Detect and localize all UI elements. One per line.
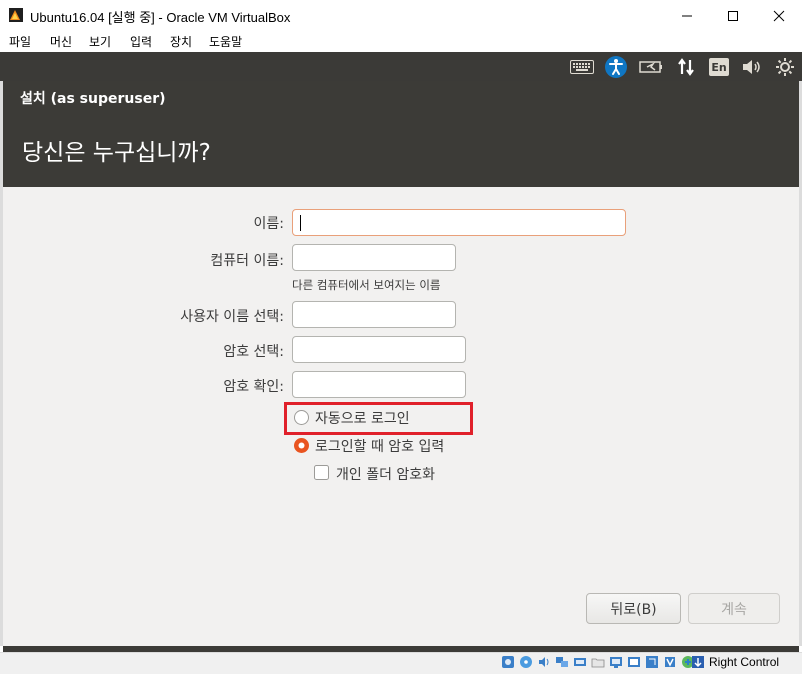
radio-unselected-icon — [294, 410, 309, 425]
checkbox-unchecked-icon — [314, 465, 329, 480]
username-input[interactable] — [292, 301, 456, 328]
close-button[interactable] — [756, 0, 802, 31]
accessibility-indicator[interactable] — [603, 55, 629, 79]
battery-icon — [639, 61, 662, 73]
radio-selected-icon — [294, 438, 309, 453]
require-password-label: 로그인할 때 암호 입력 — [315, 439, 445, 455]
keyboard-icon — [570, 60, 594, 74]
keyboard-indicator[interactable] — [568, 55, 596, 79]
password-input[interactable] — [292, 336, 466, 363]
minimize-button[interactable] — [664, 0, 710, 31]
language-indicator[interactable]: En — [708, 55, 730, 79]
video-capture-icon[interactable] — [627, 655, 641, 669]
virtualbox-app-icon — [9, 8, 23, 22]
password-label: 암호 선택: — [223, 344, 284, 360]
system-menu-indicator[interactable] — [773, 55, 797, 79]
auto-login-label: 자동으로 로그인 — [315, 411, 410, 427]
computer-name-hint: 다른 컴퓨터에서 보여지는 이름 — [292, 278, 441, 292]
drag-drop-icon[interactable] — [645, 655, 659, 669]
menu-machine[interactable]: 머신 — [50, 33, 72, 50]
accessibility-icon — [605, 56, 627, 78]
audio-icon[interactable] — [537, 655, 551, 669]
optical-drive-icon[interactable] — [519, 655, 533, 669]
window-title: Ubuntu16.04 [실행 중] - Oracle VM VirtualBo… — [30, 10, 291, 25]
volume-icon — [743, 60, 760, 74]
menu-view[interactable]: 보기 — [89, 33, 111, 50]
shared-folder-icon[interactable] — [591, 655, 605, 669]
display-icon[interactable] — [609, 655, 623, 669]
back-button[interactable]: 뒤로(B) — [586, 593, 681, 624]
menu-file[interactable]: 파일 — [9, 33, 31, 50]
encrypt-home-option[interactable]: 개인 폴더 암호화 — [314, 464, 464, 484]
confirm-password-label: 암호 확인: — [223, 379, 284, 395]
username-label: 사용자 이름 선택: — [180, 309, 284, 325]
text-cursor — [300, 215, 301, 231]
hard-disk-icon[interactable] — [501, 655, 515, 669]
network-icon — [678, 58, 694, 76]
minimize-icon — [682, 15, 692, 16]
host-key-arrow-icon — [692, 656, 704, 668]
menubar — [0, 31, 802, 52]
network-indicator[interactable] — [674, 55, 698, 79]
network-adapter-icon[interactable] — [555, 655, 569, 669]
computer-name-label: 컴퓨터 이름: — [210, 253, 284, 269]
continue-button[interactable]: 계속 — [688, 593, 780, 624]
host-key-label: Right Control — [709, 655, 780, 669]
require-password-option[interactable]: 로그인할 때 암호 입력 — [293, 436, 483, 456]
menu-input[interactable]: 입력 — [130, 33, 152, 50]
computer-name-input[interactable] — [292, 244, 456, 271]
virtualization-icon[interactable] — [663, 655, 677, 669]
close-icon — [773, 10, 785, 21]
maximize-icon — [728, 10, 738, 21]
confirm-password-input[interactable] — [292, 371, 466, 398]
settings-icon — [776, 58, 794, 76]
auto-login-option[interactable]: 자동으로 로그인 — [293, 408, 473, 428]
encrypt-home-label: 개인 폴더 암호화 — [336, 467, 436, 483]
installer-title: 설치 (as superuser) — [20, 91, 166, 107]
menu-help[interactable]: 도움말 — [209, 33, 242, 50]
language-label: En — [709, 58, 729, 76]
name-input[interactable] — [292, 209, 626, 236]
menu-devices[interactable]: 장치 — [170, 33, 192, 50]
volume-indicator[interactable] — [740, 55, 764, 79]
usb-icon[interactable] — [573, 655, 587, 669]
name-label: 이름: — [253, 216, 284, 232]
battery-indicator[interactable] — [637, 55, 665, 79]
page-heading: 당신은 누구십니까? — [22, 140, 211, 166]
maximize-button[interactable] — [710, 0, 756, 31]
